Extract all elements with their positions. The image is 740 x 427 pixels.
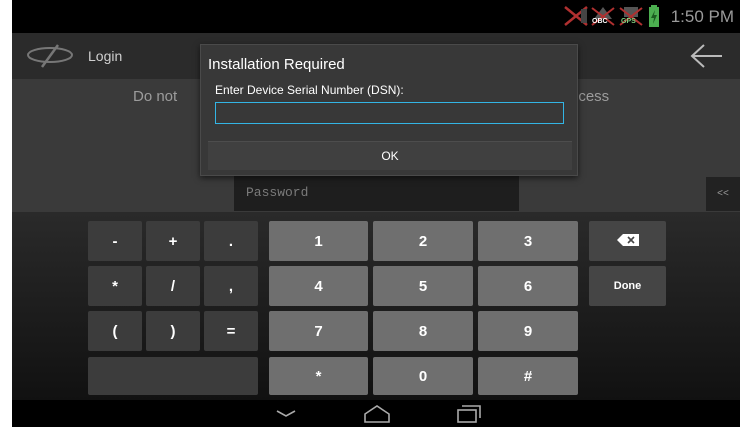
ok-button[interactable]: OK <box>208 141 572 170</box>
home-icon[interactable] <box>363 403 391 427</box>
key-3[interactable]: 3 <box>478 221 578 261</box>
done-button[interactable]: Done <box>589 266 666 306</box>
status-time: 1:50 PM <box>670 7 734 26</box>
dsn-input[interactable] <box>215 102 564 124</box>
back-chevron-icon[interactable] <box>275 403 297 426</box>
dsn-prompt-label: Enter Device Serial Number (DSN): <box>215 83 404 97</box>
key-hash[interactable]: # <box>478 357 578 395</box>
dialog-title: Installation Required <box>208 56 345 73</box>
battery-icon <box>648 5 660 32</box>
key-6[interactable]: 6 <box>478 266 578 306</box>
device-screen: OBC GPS 1:50 PM Login Do not rocess Pass… <box>12 0 740 427</box>
backspace-icon <box>616 233 639 249</box>
backspace-button[interactable] <box>589 221 666 261</box>
gps-icon: GPS <box>618 5 644 27</box>
key-1[interactable]: 1 <box>269 221 368 261</box>
key-5[interactable]: 5 <box>373 266 473 306</box>
key-star[interactable]: * <box>269 357 368 395</box>
navigation-bar <box>12 400 740 427</box>
screen-title: Login <box>88 48 123 64</box>
key-open-paren[interactable]: ( <box>88 311 142 351</box>
instruction-text-left: Do not <box>133 88 178 105</box>
key-9[interactable]: 9 <box>478 311 578 351</box>
key-equals[interactable]: = <box>204 311 258 351</box>
installation-dialog: Installation Required Enter Device Seria… <box>200 44 578 176</box>
key-8[interactable]: 8 <box>373 311 473 351</box>
key-4[interactable]: 4 <box>269 266 368 306</box>
numeric-keyboard: - + . * / , ( ) = 1 2 3 4 5 6 7 8 9 * 0 … <box>12 212 740 400</box>
key-asterisk[interactable]: * <box>88 266 142 306</box>
key-period[interactable]: . <box>204 221 258 261</box>
gps-label: GPS <box>621 18 636 25</box>
obc-label: OBC <box>592 18 608 25</box>
signal-off-icon <box>563 5 591 32</box>
obc-icon: OBC <box>590 5 616 27</box>
recent-apps-icon[interactable] <box>456 403 482 427</box>
app-logo-icon <box>24 43 76 74</box>
password-field[interactable]: Password <box>234 176 519 211</box>
key-minus[interactable]: - <box>88 221 142 261</box>
key-close-paren[interactable]: ) <box>146 311 200 351</box>
collapse-keyboard-button[interactable]: << <box>706 177 740 211</box>
key-plus[interactable]: + <box>146 221 200 261</box>
status-bar: OBC GPS 1:50 PM <box>12 0 740 33</box>
key-7[interactable]: 7 <box>269 311 368 351</box>
key-0[interactable]: 0 <box>373 357 473 395</box>
key-2[interactable]: 2 <box>373 221 473 261</box>
key-space[interactable] <box>88 357 258 395</box>
back-arrow-icon[interactable] <box>690 43 724 74</box>
key-comma[interactable]: , <box>204 266 258 306</box>
key-slash[interactable]: / <box>146 266 200 306</box>
